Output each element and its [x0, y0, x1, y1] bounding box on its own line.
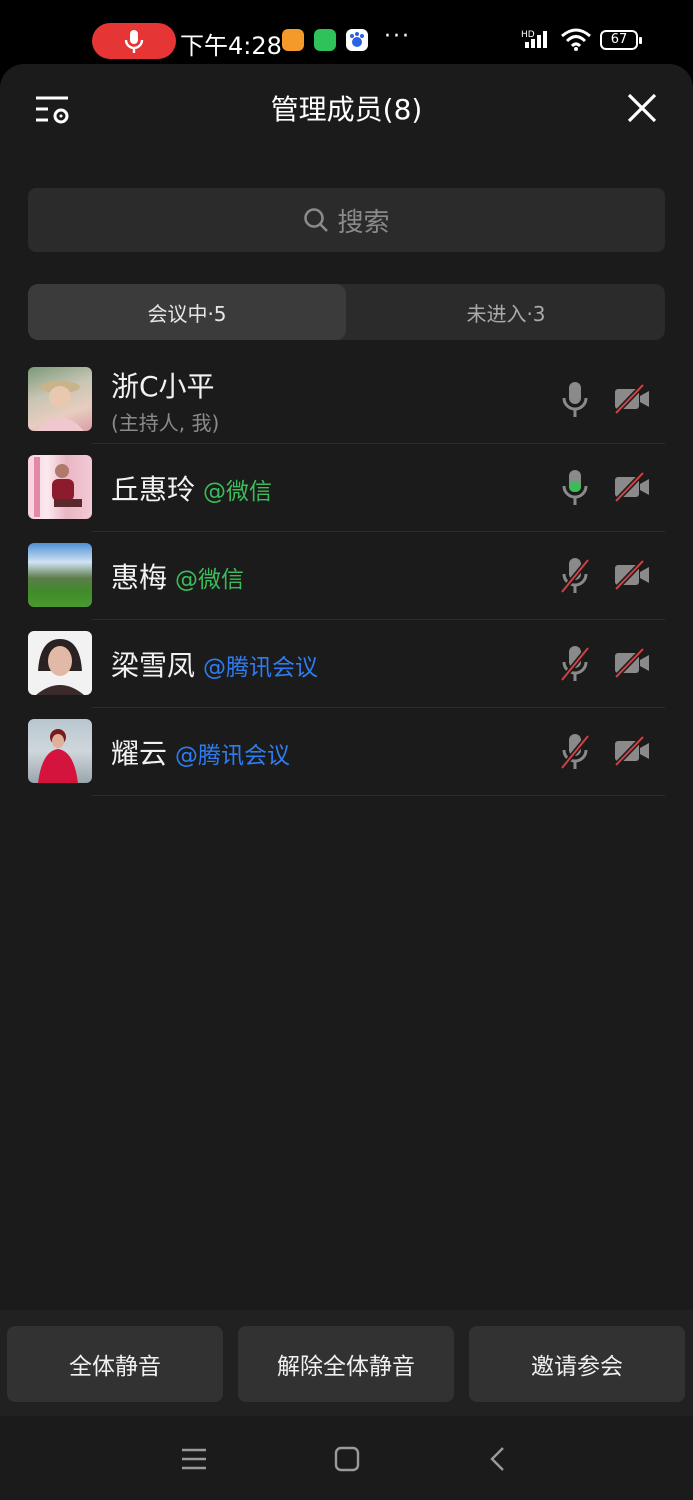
members-panel: 管理成员(8) 搜索 会议中·5 未进入·3 浙C小平 (主持人, 我) 丘惠玲… — [0, 64, 693, 1500]
search-icon — [304, 208, 329, 232]
close-icon[interactable] — [626, 92, 658, 124]
microphone-muted-icon[interactable] — [560, 732, 590, 772]
tab-not-joined[interactable]: 未进入·3 — [347, 284, 665, 340]
avatar — [28, 719, 92, 783]
mute-all-button[interactable]: 全体静音 — [7, 1326, 223, 1402]
member-row[interactable]: 丘惠玲 @微信 — [0, 444, 693, 532]
svg-text:HD: HD — [521, 30, 535, 40]
camera-off-icon[interactable] — [613, 736, 651, 766]
member-source-wechat: @微信 — [175, 567, 245, 593]
avatar — [28, 455, 92, 519]
status-time: 下午4:28 — [180, 32, 282, 60]
signal-icon: HD — [521, 30, 547, 48]
microphone-icon[interactable] — [560, 380, 590, 420]
microphone-muted-icon[interactable] — [560, 556, 590, 596]
member-row[interactable]: 耀云 @腾讯会议 — [0, 708, 693, 796]
member-name: 梁雪凤 — [111, 649, 196, 682]
avatar — [28, 543, 92, 607]
wechat-icon — [314, 29, 336, 51]
member-source-tencent: @腾讯会议 — [175, 743, 291, 769]
microphone-icon — [124, 30, 144, 53]
search-placeholder: 搜索 — [337, 207, 390, 238]
more-notifications-icon: ··· — [384, 24, 411, 49]
member-source-tencent: @腾讯会议 — [203, 655, 319, 681]
back-icon[interactable] — [488, 1446, 508, 1472]
member-row[interactable]: 梁雪凤 @腾讯会议 — [0, 620, 693, 708]
camera-off-icon[interactable] — [613, 384, 651, 414]
wifi-icon — [561, 28, 591, 51]
system-nav-bar — [0, 1416, 693, 1500]
microphone-speaking-icon[interactable] — [560, 468, 590, 508]
camera-off-icon[interactable] — [613, 560, 651, 590]
member-source-wechat: @微信 — [203, 479, 273, 505]
battery-indicator: 67 — [600, 30, 642, 50]
member-name: 耀云 — [111, 737, 168, 770]
member-name: 浙C小平 — [111, 369, 215, 403]
member-name: 丘惠玲 — [111, 473, 196, 506]
app-notification-icon — [282, 29, 304, 51]
member-row[interactable]: 浙C小平 (主持人, 我) — [0, 356, 693, 444]
page-title: 管理成员(8) — [270, 93, 423, 126]
unmute-all-button[interactable]: 解除全体静音 — [238, 1326, 454, 1402]
menu-icon[interactable] — [181, 1448, 207, 1470]
avatar — [28, 367, 92, 431]
member-name: 惠梅 — [111, 561, 168, 594]
recording-indicator[interactable] — [92, 23, 176, 59]
search-input[interactable]: 搜索 — [28, 188, 665, 252]
microphone-muted-icon[interactable] — [560, 644, 590, 684]
member-row[interactable]: 惠梅 @微信 — [0, 532, 693, 620]
camera-off-icon[interactable] — [613, 648, 651, 678]
baidu-icon — [346, 29, 368, 51]
invite-button[interactable]: 邀请参会 — [469, 1326, 685, 1402]
status-bar: 下午4:28 ··· HD 67 — [0, 0, 693, 64]
member-role: (主持人, 我) — [111, 410, 220, 435]
member-tabs: 会议中·5 未进入·3 — [28, 284, 665, 340]
camera-off-icon[interactable] — [613, 472, 651, 502]
tab-in-meeting[interactable]: 会议中·5 — [28, 284, 346, 340]
home-icon[interactable] — [334, 1446, 360, 1472]
row-divider — [92, 795, 665, 796]
member-list: 浙C小平 (主持人, 我) 丘惠玲 @微信 惠梅 @微信 梁雪凤 @腾讯会议 耀… — [0, 356, 693, 796]
avatar — [28, 631, 92, 695]
